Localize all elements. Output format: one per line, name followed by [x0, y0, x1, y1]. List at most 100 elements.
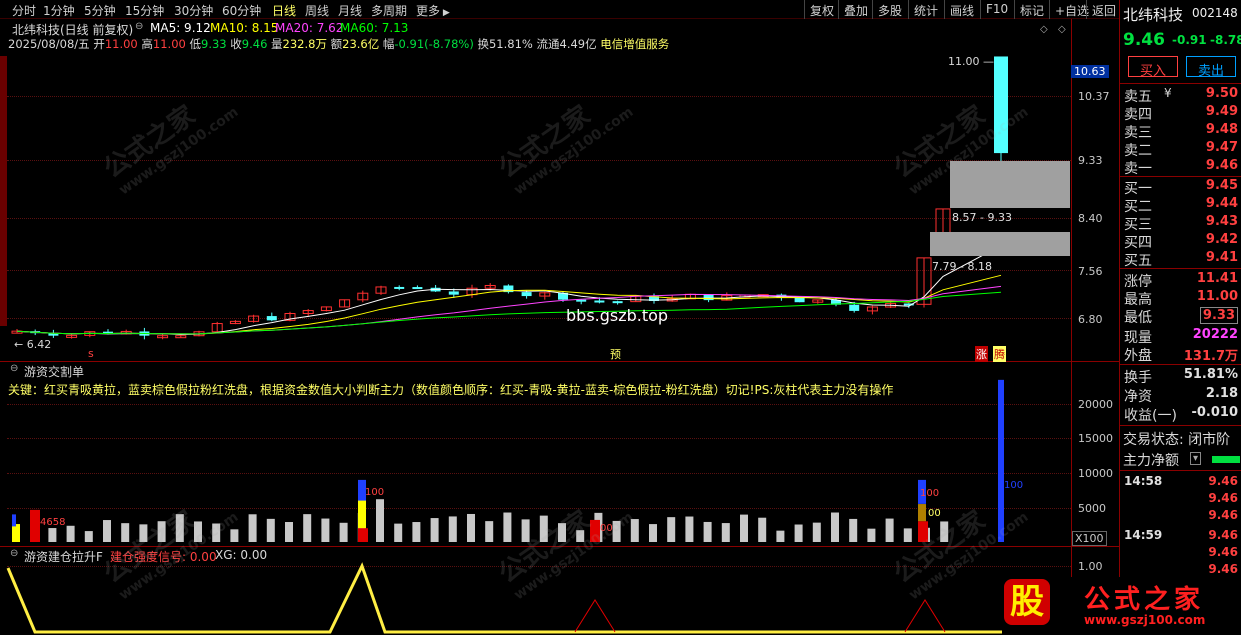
volume-bar	[885, 518, 894, 542]
volume-bar	[831, 512, 839, 542]
candle-body	[594, 300, 605, 303]
chart-watermark: bbs.gszb.top	[566, 306, 669, 325]
volume-bar	[630, 519, 639, 542]
tick-row: 9.46	[1208, 491, 1238, 505]
vol-axis-label: 5000	[1078, 502, 1106, 515]
panel2-description: 关键：红买青吸黄拉，蓝卖棕色假拉粉红洗盘，根据资金数值大小判断主力（数值颜色顺序…	[8, 383, 894, 397]
candle-body	[266, 316, 277, 321]
volume-bar	[758, 517, 767, 542]
panel-collapse-icon[interactable]: ⊖	[10, 363, 18, 374]
main-net-dropdown-icon[interactable]: ▾	[1190, 452, 1202, 465]
volume-bar	[303, 514, 312, 542]
current-price-tag: 10.63	[1071, 65, 1109, 78]
scale-label: X100	[1072, 531, 1107, 546]
stat-row-net-asset: 净资 2.18	[1124, 386, 1238, 405]
price-axis-label: 9.33	[1078, 154, 1103, 167]
volume-bar	[376, 499, 384, 542]
ma-line	[16, 245, 1002, 336]
ma10-label: MA10: 8.15	[210, 21, 279, 35]
volume-bar	[667, 517, 676, 542]
capital-bar-red	[918, 521, 928, 542]
section-divider	[1120, 268, 1241, 269]
candle-body	[576, 299, 587, 302]
candle-body	[849, 304, 860, 311]
tick-row: 9.46	[1208, 562, 1238, 576]
volume-bar	[703, 521, 712, 542]
panel-collapse-icon[interactable]: ⊖	[10, 548, 18, 559]
volume-bar	[849, 518, 858, 542]
tick-row: 9.46	[1208, 508, 1238, 522]
candle-info-line: 2025/08/08/五 开11.00 高11.00 低9.33 收9.46 量…	[8, 37, 670, 51]
logo-badge: 股	[1004, 579, 1050, 625]
panel3-title: 游资建仓拉升F	[24, 550, 103, 564]
ask-row: 卖五 ¥9.50	[1124, 86, 1238, 105]
bid-row: 买四 9.42	[1124, 232, 1238, 251]
section-divider	[1120, 470, 1241, 471]
volume-bar	[412, 522, 421, 542]
volume-bar	[467, 513, 475, 542]
section-divider	[1120, 364, 1241, 365]
tick-row: 14:59 9.46	[1124, 528, 1238, 542]
capital-bar-red	[30, 509, 40, 542]
logo-url: www.gszj100.com	[1084, 613, 1206, 627]
candle-body	[448, 291, 459, 295]
volume-bar	[521, 519, 530, 542]
volume-bar	[84, 531, 93, 542]
bid-row: 买一 9.45	[1124, 178, 1238, 197]
gap-label-lower: 7.79 - 8.18	[932, 260, 992, 273]
capital-bar-red	[358, 528, 368, 542]
ask-row: 卖一 9.46	[1124, 158, 1238, 177]
ma-line	[16, 274, 1002, 335]
volume-bar	[685, 516, 694, 542]
diamond-icon[interactable]: ◇	[1040, 24, 1048, 35]
volume-bar	[776, 530, 785, 542]
ma5-label: MA5: 9.12	[150, 21, 211, 35]
candle-body	[994, 56, 1008, 154]
stat-row-turnover: 换手 51.81%	[1124, 367, 1238, 386]
volume-bar	[394, 523, 403, 542]
main-net-label: 主力净额	[1123, 453, 1179, 469]
capital-bar-red	[590, 519, 600, 542]
volume-bar	[576, 530, 585, 542]
buy-button[interactable]: 买入	[1128, 56, 1178, 79]
kline-chart[interactable]	[0, 0, 1120, 635]
volume-bar	[485, 521, 494, 542]
capital-bar-yellow	[358, 500, 366, 529]
yu-signal-marker: 预	[610, 348, 621, 361]
volume-bar	[103, 520, 111, 542]
ask-row: 卖二 9.47	[1124, 140, 1238, 159]
price-change-pct: -8.78	[1210, 33, 1241, 47]
volume-bar	[940, 521, 949, 542]
stat-row-outer: 外盘 131.7万	[1124, 348, 1238, 364]
capital-bar-blue	[998, 379, 1004, 542]
ma-settings-icon[interactable]: ⊖	[135, 21, 143, 32]
ma60-label: MA60: 7.13	[340, 21, 409, 35]
price-axis-label: 7.56	[1078, 265, 1103, 278]
stock-code: 002148	[1192, 6, 1238, 20]
volume-bar	[794, 524, 803, 542]
bid-row: 买二 9.44	[1124, 196, 1238, 215]
signal-triangle	[904, 599, 946, 633]
bar-value-label: 00	[600, 523, 613, 534]
price-axis-label: 6.80	[1078, 313, 1103, 326]
volume-bar	[812, 522, 821, 542]
stat-row-last-vol: 现量 20222	[1124, 327, 1238, 346]
volume-bar	[503, 512, 512, 542]
volume-bar	[448, 516, 457, 542]
gap-box-lower	[930, 232, 1070, 256]
candle-body	[703, 294, 714, 301]
section-divider	[1120, 425, 1241, 426]
volume-bar	[903, 528, 912, 542]
volume-bar	[721, 523, 730, 542]
sell-button[interactable]: 卖出	[1186, 56, 1236, 79]
bar-value-label: 100	[1004, 480, 1024, 491]
volume-bar	[139, 524, 148, 542]
stat-row-high: 最高 11.00	[1124, 289, 1238, 308]
panel2-title: 游资交割单	[24, 365, 85, 379]
diamond-icon[interactable]: ◇	[1058, 24, 1066, 35]
candle-body	[521, 292, 532, 297]
s-signal-marker: s	[88, 347, 94, 360]
main-net-bar	[1212, 456, 1240, 463]
stock-name: 北纬科技	[1123, 6, 1184, 24]
gap-box-upper	[950, 161, 1070, 208]
